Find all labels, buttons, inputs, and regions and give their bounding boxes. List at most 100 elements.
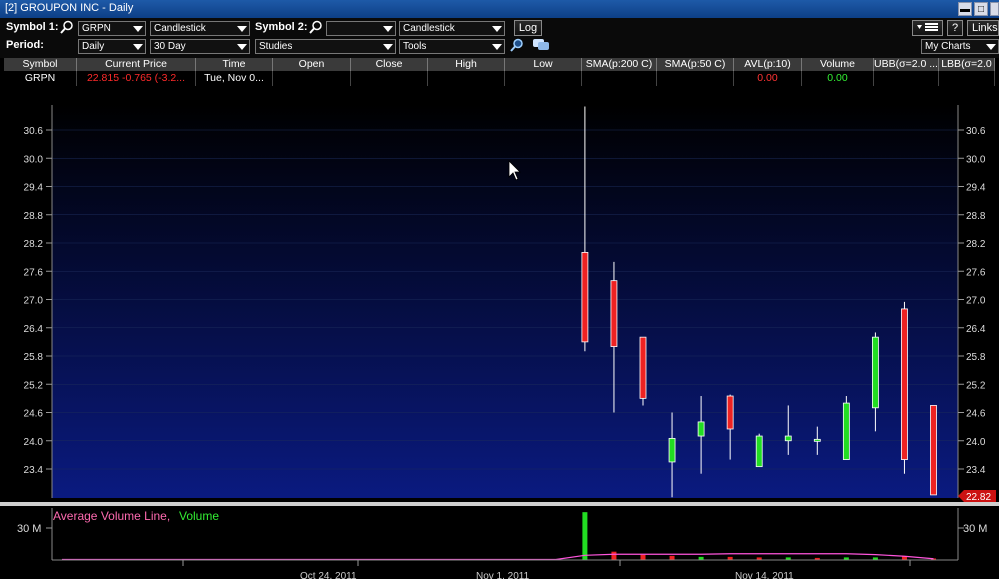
volume-tick-left: 30 M — [17, 523, 41, 535]
y-tick-label: 28.2 — [24, 239, 44, 250]
chart-type1-select[interactable]: Candlestick — [150, 21, 250, 36]
tools-select[interactable]: Tools — [399, 39, 505, 54]
quote-table-row[interactable]: GRPN 22.815 -0.765 (-3.2... Tue, Nov 0..… — [4, 71, 995, 86]
y-tick-label: 27.6 — [966, 267, 986, 278]
candle-body — [697, 421, 705, 437]
chevron-down-icon — [133, 44, 143, 50]
y-tick-label: 27.0 — [24, 296, 44, 307]
maximize-icon[interactable]: □ — [974, 2, 988, 16]
y-tick-label: 25.2 — [24, 380, 44, 391]
help-button[interactable]: ? — [947, 20, 963, 36]
col-time[interactable]: Time — [196, 58, 273, 71]
y-tick-label: 25.8 — [24, 352, 44, 363]
y-tick-label: 24.6 — [966, 409, 986, 420]
y-tick-label: 25.2 — [966, 380, 986, 391]
col-sma50[interactable]: SMA(p:50 C) — [657, 58, 734, 71]
cell-lbb — [939, 71, 995, 86]
studies-value: Studies — [259, 41, 293, 52]
y-tick-label: 30.0 — [24, 154, 44, 165]
chevron-down-icon — [237, 26, 247, 32]
candle-body — [930, 405, 937, 496]
cell-close — [351, 71, 428, 86]
chat-icon[interactable] — [532, 38, 550, 52]
cell-symbol: GRPN — [4, 71, 77, 86]
candle-body — [813, 438, 821, 442]
quote-table-header: Symbol Current Price Time Open Close Hig… — [4, 58, 995, 71]
candle-body — [755, 435, 763, 468]
y-tick-label: 25.8 — [966, 352, 986, 363]
chevron-down-icon — [492, 26, 502, 32]
chevron-down-icon — [237, 44, 247, 50]
log-button[interactable]: Log — [514, 20, 542, 36]
tools-value: Tools — [403, 41, 427, 52]
date-label: Oct 24, 2011 — [300, 571, 357, 579]
y-tick-label: 27.0 — [966, 296, 986, 307]
y-tick-label: 26.4 — [966, 324, 986, 335]
range-select[interactable]: 30 Day — [150, 39, 250, 54]
mycharts-value: My Charts — [925, 41, 971, 52]
col-close[interactable]: Close — [351, 58, 428, 71]
col-low[interactable]: Low — [505, 58, 582, 71]
menu-button[interactable] — [912, 20, 943, 36]
symbol1-input[interactable]: GRPN — [78, 21, 146, 36]
symbol2-input[interactable] — [326, 21, 396, 36]
cell-volume: 0.00 — [802, 71, 874, 86]
period-select[interactable]: Daily — [78, 39, 146, 54]
legend-volume: Volume — [179, 509, 219, 523]
col-ubb[interactable]: UBB(σ=2.0 ... — [874, 58, 939, 71]
chart-type1-value: Candlestick — [154, 23, 206, 34]
date-label: Nov 14, 2011 — [735, 571, 794, 579]
chart-type2-value: Candlestick — [403, 23, 455, 34]
cell-open — [273, 71, 351, 86]
col-avl[interactable]: AVL(p:10) — [734, 58, 802, 71]
chart-type2-select[interactable]: Candlestick — [399, 21, 505, 36]
col-open[interactable]: Open — [273, 58, 351, 71]
menu-icon — [916, 23, 938, 31]
candle-body — [639, 336, 647, 399]
col-sma200[interactable]: SMA(p:200 C) — [582, 58, 657, 71]
y-tick-label: 26.4 — [24, 324, 44, 335]
links-button[interactable]: Links — [967, 20, 999, 36]
volume-tick-right: 30 M — [963, 523, 987, 535]
pane-separator[interactable] — [0, 502, 999, 506]
y-tick-label: 28.2 — [966, 239, 986, 250]
chevron-down-icon — [133, 26, 143, 32]
col-volume[interactable]: Volume — [802, 58, 874, 71]
chevron-down-icon — [383, 26, 393, 32]
minimize-icon[interactable]: ▬ — [958, 2, 972, 16]
y-tick-label: 29.4 — [24, 183, 44, 194]
col-lbb[interactable]: LBB(σ=2.0 — [939, 58, 995, 71]
zoom-icon[interactable] — [510, 38, 524, 52]
candle-body — [842, 402, 850, 460]
symbol1-label: Symbol 1: — [6, 21, 59, 33]
col-symbol[interactable]: Symbol — [4, 58, 77, 71]
candle-body — [668, 437, 676, 463]
cell-time: Tue, Nov 0... — [196, 71, 273, 86]
col-current-price[interactable]: Current Price — [77, 58, 196, 71]
legend-avg-volume: Average Volume Line, — [53, 509, 170, 523]
y-tick-label: 30.0 — [966, 154, 986, 165]
date-label: Nov 1, 2011 — [476, 571, 530, 579]
studies-select[interactable]: Studies — [255, 39, 396, 54]
cell-sma50 — [657, 71, 734, 86]
current-price-tag: 22.82 — [958, 490, 996, 503]
candle-body — [872, 336, 879, 409]
price-tag-label: 22.82 — [966, 492, 991, 503]
search-icon[interactable] — [309, 20, 323, 34]
candle-body — [581, 252, 589, 343]
price-chart[interactable]: 23.4 24.0 24.6 25.2 25.8 26.4 27.0 27.6 28.2 28.8… — [0, 88, 999, 579]
close-icon[interactable] — [990, 2, 999, 16]
cell-sma200 — [582, 71, 657, 86]
range-value: 30 Day — [154, 41, 186, 52]
cell-ubb — [874, 71, 939, 86]
mycharts-select[interactable]: My Charts — [921, 39, 999, 54]
search-icon[interactable] — [60, 20, 74, 34]
candle-body — [726, 395, 734, 430]
period-label: Period: — [6, 39, 44, 51]
cell-high — [428, 71, 505, 86]
cell-current-price: 22.815 -0.765 (-3.2... — [77, 71, 196, 86]
price-plot-area — [52, 105, 958, 498]
y-tick-label: 23.4 — [24, 465, 44, 476]
toolbar: Symbol 1: GRPN Candlestick Symbol 2: Can… — [0, 18, 999, 58]
col-high[interactable]: High — [428, 58, 505, 71]
